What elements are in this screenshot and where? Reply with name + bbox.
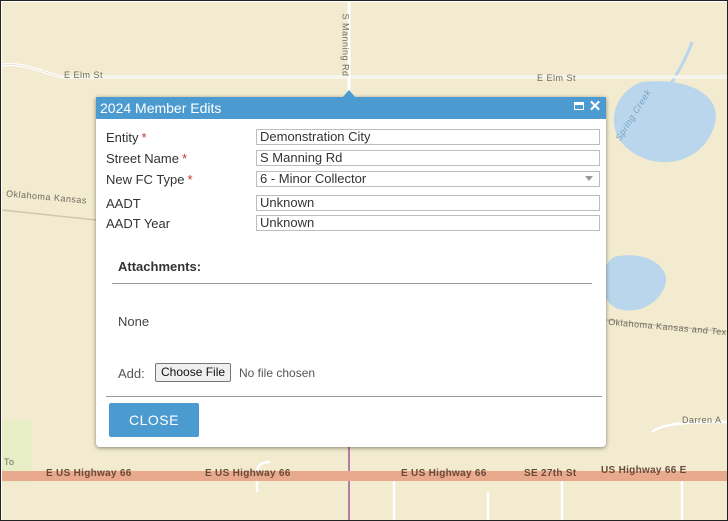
aadt-label: AADT bbox=[106, 196, 141, 211]
footer-divider bbox=[106, 396, 602, 397]
choose-file-button[interactable]: Choose File bbox=[155, 363, 232, 382]
manning-road-label: S Manning Rd bbox=[340, 13, 351, 77]
street-name-field[interactable]: S Manning Rd bbox=[256, 150, 600, 166]
popup-title: 2024 Member Edits bbox=[100, 100, 222, 116]
chevron-down-icon bbox=[585, 176, 593, 181]
required-mark: * bbox=[181, 151, 188, 166]
close-x-icon[interactable]: ✕ bbox=[588, 99, 602, 114]
highway-label-4: SE 27th St bbox=[524, 468, 577, 479]
highway-label-5: US Highway 66 E bbox=[601, 465, 687, 476]
street-name-row: Street Name * S Manning Rd bbox=[106, 150, 602, 166]
map-view[interactable]: E Elm St E Elm St S Manning Rd Spring Cr… bbox=[2, 2, 727, 520]
highway-label-2: E US Highway 66 bbox=[205, 468, 291, 479]
elm-street-label-east: E Elm St bbox=[537, 73, 577, 83]
highway-label-3: E US Highway 66 bbox=[401, 468, 487, 479]
maximize-icon[interactable] bbox=[572, 100, 586, 114]
railway-west bbox=[2, 209, 97, 221]
attachments-none: None bbox=[118, 314, 150, 329]
aadt-year-row: AADT Year Unknown bbox=[106, 215, 602, 231]
aadt-row: AADT Unknown bbox=[106, 195, 602, 211]
highway-label-1: E US Highway 66 bbox=[46, 468, 132, 479]
attachments-divider bbox=[112, 283, 592, 284]
app-frame: E Elm St E Elm St S Manning Rd Spring Cr… bbox=[0, 0, 728, 521]
aadt-year-field[interactable]: Unknown bbox=[256, 215, 600, 231]
fc-type-label: New FC Type * bbox=[106, 172, 193, 187]
lake-south bbox=[602, 255, 667, 311]
entity-field[interactable]: Demonstration City bbox=[256, 129, 600, 145]
attachments-title: Attachments: bbox=[118, 259, 202, 274]
elm-street-label-west: E Elm St bbox=[64, 70, 104, 80]
required-mark: * bbox=[141, 130, 147, 145]
entity-row: Entity * Demonstration City bbox=[106, 129, 602, 145]
left-edge-label: To bbox=[4, 457, 15, 467]
aadt-year-label: AADT Year bbox=[106, 216, 171, 231]
aadt-field[interactable]: Unknown bbox=[256, 195, 600, 211]
popup-header: 2024 Member Edits ✕ bbox=[96, 90, 606, 119]
no-file-chosen-text: No file chosen bbox=[239, 366, 316, 380]
fc-type-value: 6 - Minor Collector bbox=[260, 171, 367, 186]
entity-label: Entity * bbox=[106, 130, 147, 145]
add-label: Add: bbox=[118, 366, 145, 381]
darren-road-label: Darren A bbox=[682, 415, 722, 425]
street-name-label: Street Name * bbox=[106, 151, 188, 166]
member-edits-popup: 2024 Member Edits ✕ Entity * Demonstratio… bbox=[96, 90, 606, 447]
required-mark: * bbox=[187, 172, 193, 187]
fc-type-select[interactable]: 6 - Minor Collector bbox=[256, 171, 600, 187]
close-button[interactable]: CLOSE bbox=[109, 403, 199, 437]
elm-street-edge bbox=[2, 64, 727, 78]
elm-street-road bbox=[2, 62, 727, 79]
popup-pointer bbox=[342, 90, 356, 98]
fc-type-row: New FC Type * 6 - Minor Collector bbox=[106, 171, 602, 187]
